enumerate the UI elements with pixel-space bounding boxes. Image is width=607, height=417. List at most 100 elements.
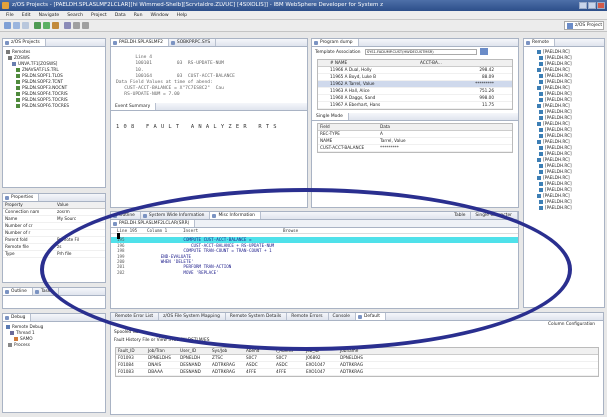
print-icon[interactable] — [22, 22, 29, 29]
column-header[interactable]: ACCT-BA... — [418, 60, 498, 66]
menu-help[interactable]: Help — [177, 11, 187, 19]
back-icon[interactable] — [73, 22, 80, 29]
member-icon — [539, 97, 543, 102]
template-field[interactable]: SYS1.FADUMP.CUST(HWDECUSTMSR) — [364, 48, 477, 55]
search-icon[interactable] — [64, 22, 71, 29]
system-icon — [12, 61, 16, 66]
table-row[interactable]: 11960 A Daggs, Sand 998.00 — [318, 95, 512, 102]
tree-item[interactable]: PSLDN.SOPF6.TOCRES — [6, 103, 102, 109]
table-row[interactable]: 11966 A Dual, Holly 298.42 — [318, 67, 512, 74]
menu-file[interactable]: File — [6, 11, 14, 19]
fault-history-path[interactable]: Fault History File or View SYS1.FALDSTLM… — [111, 337, 603, 345]
member-icon — [539, 169, 543, 174]
menu-project[interactable]: Project — [91, 11, 107, 19]
tab-program-dump[interactable]: Program dump — [312, 39, 359, 46]
run-icon[interactable] — [43, 22, 50, 29]
table-row[interactable]: 11965 A Boyd, Luke B 88.09 — [318, 74, 512, 81]
column-header[interactable]: Data — [378, 124, 478, 130]
column-header[interactable]: Sys/Job — [210, 348, 244, 354]
tab-listing-file[interactable]: PAELDH.SPLASLMF2LCLAR(SRR) — [111, 220, 196, 227]
table-row[interactable]: Name My Sourc — [3, 216, 105, 223]
column-header[interactable]: User_ID — [178, 348, 210, 354]
column-header[interactable]: Value — [55, 202, 105, 208]
table-row[interactable]: Connection nam zosrm — [3, 209, 105, 216]
tree-item[interactable]: Process — [6, 342, 102, 348]
member-icon — [539, 127, 543, 132]
table-row[interactable]: Remote file zs — [3, 244, 105, 251]
forward-icon[interactable] — [82, 22, 89, 29]
column-configuration-link[interactable]: Column Configuration — [111, 321, 603, 329]
table-row[interactable]: Number of cr — [3, 223, 105, 230]
tree-item[interactable]: [PAELDH.RC] — [527, 205, 601, 211]
column-header[interactable] — [318, 60, 328, 66]
tab-single-mode[interactable]: Single Mode — [312, 113, 349, 120]
tab-zos-file-system-mapping[interactable]: z/OS File System Mapping — [159, 313, 226, 320]
listing-line[interactable]: 202 MOVE 'REPLACE' — [111, 270, 518, 275]
table-row[interactable]: F01093 DPNELDHS DPNELDH ZTSC S0C7 S0C7 J06892 D… — [116, 355, 598, 362]
tab-remote-system-details[interactable]: Remote System Details — [226, 313, 288, 320]
new-icon[interactable] — [4, 22, 11, 29]
tree-item-label: [PAELDH.RC] — [545, 181, 572, 186]
table-row[interactable]: 11963 A Hall, Alice 751.26 — [318, 88, 512, 95]
perspective-switcher[interactable]: z/OS Project — [564, 21, 604, 30]
table-row[interactable]: NAME Tarrel, Value — [318, 138, 512, 145]
menu-edit[interactable]: Edit — [22, 11, 31, 19]
tools-icon[interactable] — [52, 22, 59, 29]
table-row-selected[interactable]: 11962 A Tarrel, Value ********* — [318, 81, 512, 88]
table-row[interactable]: REC-TYPE A — [318, 131, 512, 138]
column-header[interactable]: Field — [318, 124, 378, 130]
tab-debug[interactable]: Debug — [3, 314, 32, 321]
column-header[interactable]: Fault_ID — [116, 348, 146, 354]
tab-editor-2[interactable]: SOBKPRPC.SYS — [169, 39, 217, 46]
tab-console[interactable]: Console — [329, 313, 356, 320]
table-row[interactable]: F01084 DNAIS DESNAND ADTRKRAG ASDC ASDC EXO104… — [116, 362, 598, 369]
table-row[interactable]: Parent fold Remote Fil — [3, 237, 105, 244]
save-icon[interactable] — [13, 22, 20, 29]
minimize-button[interactable] — [579, 2, 587, 9]
debug-icon[interactable] — [34, 22, 41, 29]
tab-default[interactable]: Default — [355, 313, 387, 320]
tab-misc-info[interactable]: Misc Information — [210, 212, 261, 219]
listing-text[interactable]: Line 195 Column 1 Insert Browse 195 COMP… — [111, 228, 518, 275]
tab-tasks[interactable]: Tasks — [33, 288, 59, 295]
column-header[interactable]: Property — [3, 202, 55, 208]
tab-system-wide-info[interactable]: System Wide Information — [141, 212, 211, 219]
cursor-marker — [117, 233, 120, 240]
menu-search[interactable]: Search — [67, 11, 83, 19]
table-row[interactable]: 11967 A Eberhart, Hans 11.75 — [318, 102, 512, 109]
tree-item-label: [PAELDH.RC] — [545, 199, 572, 204]
tab-outline-listing[interactable]: Outline — [111, 212, 141, 219]
tree-item-label: [PAELDH.RC] — [545, 109, 572, 114]
tab-table[interactable]: Table — [450, 212, 472, 219]
tab-single-character[interactable]: Single Character — [471, 212, 518, 219]
table-row[interactable]: Type Prh file — [3, 251, 105, 258]
column-header[interactable]: Job_ID — [304, 348, 338, 354]
tab-remote-error-list[interactable]: Remote Error List — [111, 313, 160, 320]
menu-run[interactable]: Run — [134, 11, 143, 19]
column-header[interactable]: I_Abend — [274, 348, 304, 354]
column-header[interactable]: Job/Tran — [146, 348, 178, 354]
column-header[interactable]: Jobname — [338, 348, 374, 354]
editor-text[interactable]: Line 4 100101 03 RS-UPDATE-NUM 10. 10016… — [111, 47, 307, 101]
table-row[interactable]: Number of r — [3, 230, 105, 237]
tab-event-summary[interactable]: Event Summary — [111, 102, 157, 110]
menu-window[interactable]: Window — [151, 11, 169, 19]
member-icon — [539, 73, 543, 78]
column-header[interactable]: # NAME — [328, 60, 418, 66]
tab-properties[interactable]: Properties — [3, 194, 40, 201]
tab-zos-projects[interactable]: z/OS Projects — [3, 39, 46, 46]
tab-remote-errors[interactable]: Remote Errors — [287, 313, 329, 320]
tab-editor-1[interactable]: PAELDH.SPLASLMF2 — [111, 39, 169, 46]
tab-remote[interactable]: Remote — [524, 39, 555, 46]
column-header[interactable]: Abend — [244, 348, 274, 354]
close-button[interactable] — [597, 2, 605, 9]
tree-item-label: [PAELDH.RC] — [545, 187, 572, 192]
menu-data[interactable]: Data — [115, 11, 126, 19]
table-row[interactable]: F01083 DBAAA DESNAND ADTRKRAG 4FFE 4FFE EXO104… — [116, 369, 598, 376]
table-row[interactable]: CUST-ACCT-BALANCE ********* — [318, 145, 512, 152]
menu-navigate[interactable]: Navigate — [39, 11, 60, 19]
maximize-button[interactable] — [588, 2, 596, 9]
tab-outline[interactable]: Outline — [3, 288, 33, 295]
browse-icon[interactable] — [480, 48, 489, 55]
stack-frame-icon — [14, 336, 18, 341]
